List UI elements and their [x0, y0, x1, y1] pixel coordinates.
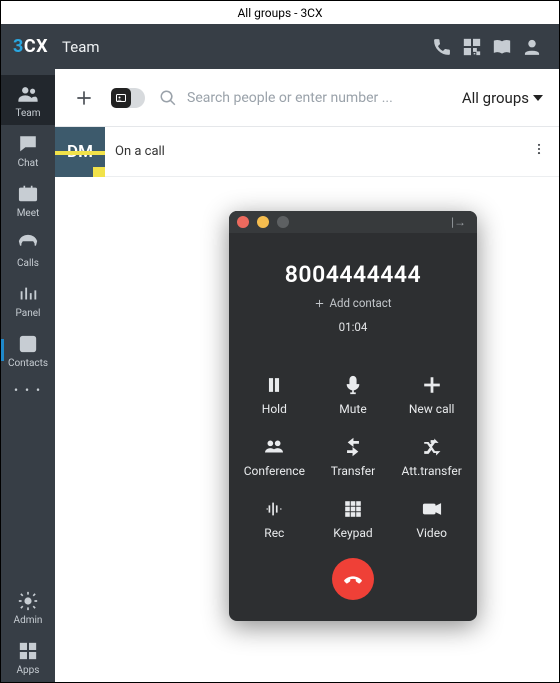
search-input[interactable] — [187, 90, 448, 106]
video-button[interactable]: Video — [392, 498, 471, 540]
close-dot-icon[interactable] — [237, 216, 249, 228]
transfer-button[interactable]: Transfer — [314, 436, 393, 478]
conference-icon — [263, 436, 285, 458]
mute-label: Mute — [339, 402, 366, 416]
header-title: Team — [62, 38, 100, 56]
guide-icon[interactable] — [487, 37, 517, 57]
status-text: On a call — [115, 144, 165, 159]
plus-icon — [314, 298, 325, 309]
nav-team[interactable]: Team — [1, 75, 55, 125]
selection-highlight — [55, 151, 105, 155]
hold-label: Hold — [262, 402, 287, 416]
dialer-icon[interactable] — [427, 37, 457, 57]
newcall-label: New call — [409, 402, 455, 416]
search-icon — [159, 89, 177, 107]
phone-hangup-icon — [342, 568, 364, 590]
att-transfer-label: Att.transfer — [402, 464, 462, 478]
roster-row[interactable]: DM On a call — [55, 127, 559, 177]
logo-part-cx: CX — [24, 36, 48, 57]
call-panel: |→ 8004444444 Add contact 01:04 Hold Mut… — [229, 211, 477, 621]
transfer-icon — [342, 436, 364, 458]
waveform-icon — [263, 498, 285, 520]
nav-admin[interactable]: Admin — [1, 582, 55, 632]
keypad-button[interactable]: Keypad — [314, 498, 393, 540]
nav-meet[interactable]: Meet — [1, 175, 55, 225]
more-dots-icon: • • • — [14, 383, 42, 397]
minimize-dot-icon[interactable] — [257, 216, 269, 228]
video-label: Video — [416, 526, 447, 540]
app-root: 3CX Team Team Chat M — [0, 24, 560, 683]
newcall-button[interactable]: New call — [392, 374, 471, 416]
profile-icon[interactable] — [517, 37, 547, 57]
att-transfer-button[interactable]: Att.transfer — [392, 436, 471, 478]
video-icon — [421, 498, 443, 520]
nav-more[interactable]: • • • — [1, 375, 55, 403]
nav-calls-label: Calls — [17, 258, 39, 269]
plus-icon — [421, 374, 443, 396]
hold-button[interactable]: Hold — [235, 374, 314, 416]
nav-apps[interactable]: Apps — [1, 632, 55, 682]
header: 3CX Team — [1, 24, 559, 69]
mute-button[interactable]: Mute — [314, 374, 393, 416]
nav-chat[interactable]: Chat — [1, 125, 55, 175]
call-timer: 01:04 — [237, 320, 469, 334]
rec-button[interactable]: Rec — [235, 498, 314, 540]
left-nav: Team Chat Meet Calls Panel Contacts — [1, 69, 55, 682]
hangup-button[interactable] — [332, 558, 374, 600]
logo-part-3: 3 — [13, 36, 24, 57]
microphone-icon — [342, 374, 364, 396]
qr-icon[interactable] — [457, 37, 487, 57]
toggle-knob — [111, 88, 131, 108]
presence-indicator — [93, 167, 105, 177]
nav-admin-label: Admin — [14, 615, 43, 626]
search — [159, 89, 448, 107]
kebab-icon — [532, 142, 546, 156]
pause-icon — [263, 374, 285, 396]
keypad-label: Keypad — [333, 526, 372, 540]
nav-contacts[interactable]: Contacts — [1, 325, 55, 375]
call-actions-grid: Hold Mute New call Conference Transfer A… — [229, 374, 477, 540]
call-titlebar: |→ — [229, 211, 477, 233]
popout-icon[interactable]: |→ — [451, 215, 469, 229]
row-menu-button[interactable] — [529, 141, 549, 160]
add-contact-button[interactable]: Add contact — [237, 296, 469, 310]
call-number: 8004444444 — [237, 261, 469, 288]
window-title: All groups - 3CX — [0, 0, 560, 24]
conference-label: Conference — [244, 464, 305, 478]
zoom-dot-icon[interactable] — [277, 216, 289, 228]
add-contact-label: Add contact — [329, 296, 391, 310]
keypad-icon — [342, 498, 364, 520]
transfer-label: Transfer — [331, 464, 375, 478]
nav-chat-label: Chat — [18, 158, 39, 169]
groups-dropdown-label: All groups — [462, 89, 529, 107]
chevron-down-icon — [533, 95, 543, 101]
rec-label: Rec — [264, 526, 284, 540]
nav-meet-label: Meet — [17, 208, 40, 219]
nav-panel-label: Panel — [16, 308, 41, 319]
nav-apps-label: Apps — [17, 665, 40, 676]
plus-icon — [74, 88, 94, 108]
nav-team-label: Team — [16, 108, 41, 119]
roster-row-body: On a call — [105, 127, 559, 177]
call-info: 8004444444 Add contact 01:04 — [229, 233, 477, 340]
shuffle-icon — [421, 436, 443, 458]
conference-button[interactable]: Conference — [235, 436, 314, 478]
add-button[interactable] — [71, 85, 97, 111]
nav-contacts-label: Contacts — [8, 358, 48, 369]
toolbar: All groups — [55, 69, 559, 127]
logo: 3CX — [13, 36, 48, 57]
groups-dropdown[interactable]: All groups — [462, 89, 543, 107]
view-toggle[interactable] — [111, 88, 145, 108]
contact-card-icon — [115, 92, 127, 104]
nav-panel[interactable]: Panel — [1, 275, 55, 325]
nav-calls[interactable]: Calls — [1, 225, 55, 275]
